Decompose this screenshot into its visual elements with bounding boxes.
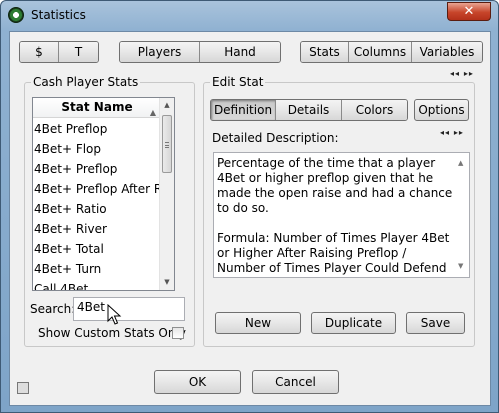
variables-view-button[interactable]: Variables bbox=[412, 42, 482, 62]
stat-name-column-header[interactable]: Stat Name ▲ bbox=[33, 98, 161, 118]
search-input[interactable]: 4Bet bbox=[73, 297, 185, 321]
duplicate-button[interactable]: Duplicate bbox=[311, 312, 396, 334]
description-scrollbar[interactable]: ▲ ▼ bbox=[456, 153, 469, 277]
toolbar-nav-arrows-icon[interactable]: ◂◂ ▸▸ bbox=[450, 69, 474, 78]
scroll-up-icon[interactable]: ▲ bbox=[458, 156, 463, 171]
resize-grip-icon bbox=[17, 382, 29, 394]
list-item[interactable]: 4Bet+ Turn bbox=[33, 259, 161, 279]
stat-list-scrollbar[interactable]: ▲ ▼ bbox=[159, 98, 174, 290]
list-item[interactable]: 4Bet+ Flop bbox=[33, 139, 161, 159]
tab-details[interactable]: Details bbox=[276, 100, 342, 120]
tab-colors[interactable]: Colors bbox=[342, 100, 407, 120]
view-toggle: Stats Columns Variables bbox=[300, 41, 483, 63]
statistics-window: Statistics ✕ $ T Players Hand Stats Colu… bbox=[0, 0, 499, 413]
stats-view-button[interactable]: Stats bbox=[301, 42, 349, 62]
scroll-down-icon[interactable]: ▼ bbox=[160, 275, 174, 290]
dialog-body: $ T Players Hand Stats Columns Variables… bbox=[9, 31, 491, 406]
show-custom-stats-checkbox[interactable] bbox=[172, 327, 184, 339]
save-button[interactable]: Save bbox=[406, 312, 465, 334]
list-item[interactable]: 4Bet Preflop bbox=[33, 119, 161, 139]
description-paragraph-2: Formula: Number of Times Player 4Bet or … bbox=[217, 231, 450, 277]
stat-name-header-label: Stat Name bbox=[61, 100, 133, 114]
tab-definition[interactable]: Definition bbox=[211, 100, 276, 120]
scroll-down-icon[interactable]: ▼ bbox=[458, 259, 463, 274]
show-custom-stats-label: Show Custom Stats Only bbox=[38, 326, 186, 340]
stat-name-list[interactable]: Stat Name ▲ 4Bet Preflop 4Bet+ Flop 4Bet… bbox=[32, 97, 175, 291]
dollar-button[interactable]: $ bbox=[20, 42, 59, 62]
scroll-up-icon[interactable]: ▲ bbox=[160, 98, 174, 113]
edit-stat-label: Edit Stat bbox=[210, 75, 266, 89]
mouse-cursor-icon bbox=[107, 304, 122, 325]
description-nav-arrows-icon[interactable]: ◂◂ ▸▸ bbox=[440, 128, 464, 137]
title-bar[interactable]: Statistics ✕ bbox=[1, 1, 498, 29]
list-item[interactable]: 4Bet+ Ratio bbox=[33, 199, 161, 219]
cancel-button[interactable]: Cancel bbox=[252, 370, 339, 394]
new-button[interactable]: New bbox=[215, 312, 301, 334]
players-hand-toggle: Players Hand bbox=[119, 41, 281, 63]
tournament-button[interactable]: T bbox=[59, 42, 98, 62]
hand-button[interactable]: Hand bbox=[200, 42, 280, 62]
description-paragraph-1: Percentage of the time that a player 4Be… bbox=[217, 156, 453, 215]
list-item[interactable]: 4Bet+ Preflop bbox=[33, 159, 161, 179]
detailed-description-label: Detailed Description: bbox=[212, 131, 339, 145]
list-item[interactable]: 4Bet+ River bbox=[33, 219, 161, 239]
search-label: Search: bbox=[30, 302, 76, 316]
app-icon bbox=[8, 7, 24, 23]
close-button[interactable]: ✕ bbox=[447, 2, 491, 21]
players-button[interactable]: Players bbox=[120, 42, 200, 62]
scroll-thumb[interactable] bbox=[162, 115, 172, 173]
options-button[interactable]: Options bbox=[414, 99, 469, 121]
currency-toggle: $ T bbox=[19, 41, 99, 63]
cash-player-stats-label: Cash Player Stats bbox=[31, 75, 141, 89]
list-item[interactable]: Call 4Bet bbox=[33, 279, 161, 290]
window-title: Statistics bbox=[31, 8, 86, 22]
edit-stat-tabs: Definition Details Colors bbox=[210, 99, 408, 121]
stat-list-items: 4Bet Preflop 4Bet+ Flop 4Bet+ Preflop 4B… bbox=[33, 119, 161, 290]
ok-button[interactable]: OK bbox=[154, 370, 241, 394]
list-item[interactable]: 4Bet+ Total bbox=[33, 239, 161, 259]
columns-view-button[interactable]: Columns bbox=[349, 42, 412, 62]
list-item[interactable]: 4Bet+ Preflop After Raising bbox=[33, 179, 161, 199]
description-textarea[interactable]: Percentage of the time that a player 4Be… bbox=[213, 152, 470, 278]
